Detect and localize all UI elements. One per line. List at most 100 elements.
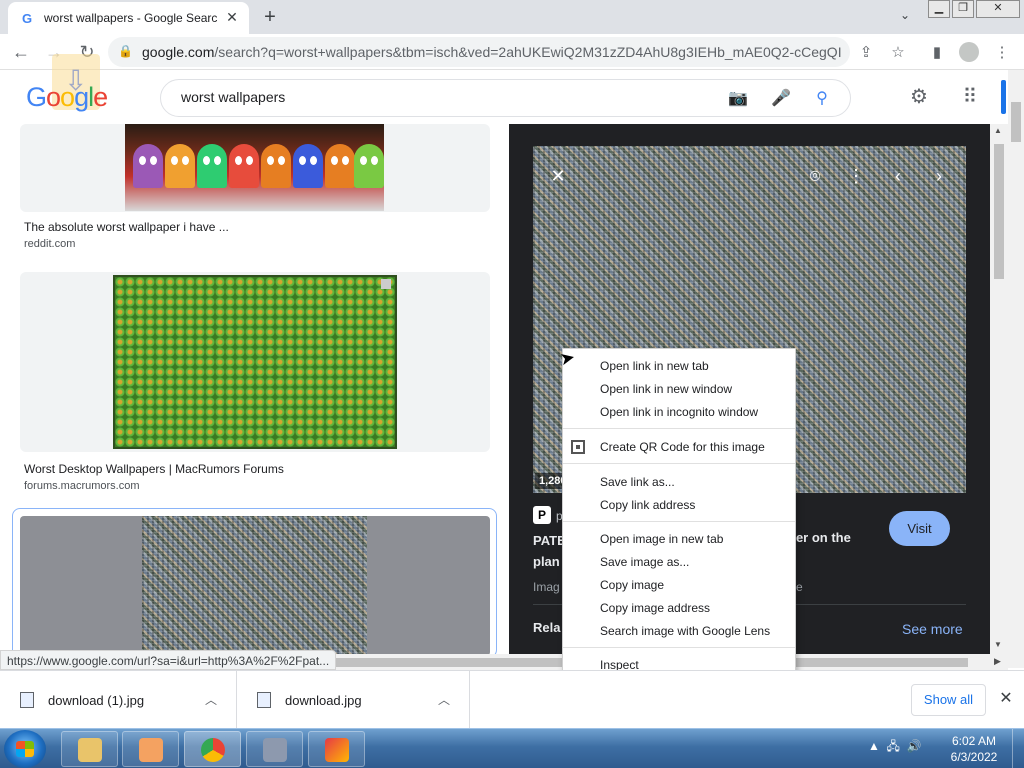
menu-item-copy-image[interactable]: Copy image <box>563 574 795 596</box>
result-source[interactable]: reddit.com <box>24 238 75 250</box>
browser-toolbar: ← → ↻ 🔒 google.com/search?q=worst+wallpa… <box>0 34 1024 70</box>
menu-item-open-link-new-window[interactable]: Open link in new window <box>563 378 795 400</box>
download-filename[interactable]: download.jpg <box>285 693 362 708</box>
pacman-ghosts-image <box>125 124 384 211</box>
qr-code-icon <box>571 440 585 454</box>
tab-close-icon[interactable]: ✕ <box>223 8 241 26</box>
menu-item-copy-image-address[interactable]: Copy image address <box>563 597 795 619</box>
result-caption[interactable]: The absolute worst wallpaper i have ... <box>24 220 229 234</box>
collage-thumbnail-image <box>142 516 367 654</box>
visit-button[interactable]: Visit <box>889 511 950 546</box>
result-thumbnail-pacman[interactable] <box>20 124 490 212</box>
chrome-icon <box>201 738 225 762</box>
media-player-icon <box>139 738 163 762</box>
side-panel-icon[interactable]: ▮ <box>927 43 947 63</box>
menu-item-search-google-lens[interactable]: Search image with Google Lens <box>563 620 795 642</box>
download-item[interactable]: download.jpg ︿ <box>237 671 470 729</box>
related-heading: Rela <box>533 620 561 635</box>
sign-in-button-edge[interactable] <box>1001 80 1006 114</box>
lightning-app-icon <box>325 738 349 762</box>
menu-separator <box>563 647 795 648</box>
context-menu: Open link in new tab Open link in new wi… <box>562 348 796 679</box>
apps-grid-icon[interactable]: ⠿ <box>957 84 983 110</box>
menu-kebab-icon[interactable]: ⋮ <box>992 43 1012 63</box>
tab-search-chevron-icon[interactable]: ⌄ <box>896 8 914 26</box>
previous-chevron-icon[interactable]: ‹ <box>882 160 914 192</box>
menu-item-save-image-as[interactable]: Save image as... <box>563 551 795 573</box>
menu-separator <box>563 428 795 429</box>
address-bar[interactable]: 🔒 google.com/search?q=worst+wallpapers&t… <box>108 37 850 67</box>
chevron-up-icon[interactable]: ︿ <box>438 691 450 708</box>
search-box: 📷 🎤 ⚲ <box>160 79 851 117</box>
microphone-icon[interactable]: 🎤 <box>770 88 792 110</box>
robot-app-icon <box>263 738 287 762</box>
more-options-icon[interactable]: ⋮ <box>840 160 872 192</box>
search-input[interactable] <box>181 89 701 105</box>
url-text[interactable]: google.com/search?q=worst+wallpapers&tbm… <box>142 44 842 60</box>
taskbar-media-player[interactable] <box>122 731 179 767</box>
scrollbar-thumb[interactable] <box>994 144 1004 279</box>
share-icon[interactable]: ⇪ <box>856 43 876 63</box>
download-item[interactable]: download (1).jpg ︿ <box>0 671 237 729</box>
download-filename[interactable]: download (1).jpg <box>48 693 144 708</box>
scrollbar-thumb[interactable] <box>1011 102 1021 142</box>
start-button[interactable] <box>4 730 46 768</box>
download-shelf: download (1).jpg ︿ download.jpg ︿ Show a… <box>0 670 1024 729</box>
menu-item-create-qr-code[interactable]: Create QR Code for this image <box>563 436 795 458</box>
menu-item-open-link-incognito[interactable]: Open link in incognito window <box>563 401 795 423</box>
close-preview-icon[interactable]: ✕ <box>542 160 574 192</box>
camera-search-icon[interactable]: 📷 <box>727 88 749 110</box>
google-logo[interactable]: Google <box>26 82 108 113</box>
menu-item-copy-link-address[interactable]: Copy link address <box>563 494 795 516</box>
see-more-link[interactable]: See more <box>902 621 963 637</box>
green-tiles-image <box>113 275 397 449</box>
back-arrow-icon[interactable]: ← <box>8 39 34 65</box>
browser-tab[interactable]: G worst wallpapers - Google Searc ✕ <box>8 2 249 34</box>
minimize-button[interactable]: ▁ <box>928 0 950 18</box>
copyright-note: Imag <box>533 580 560 594</box>
image-results: The absolute worst wallpaper i have ... … <box>0 124 508 654</box>
menu-separator <box>563 521 795 522</box>
results-vertical-scrollbar[interactable]: ▲ ▼ <box>990 124 1008 654</box>
tab-title: worst wallpapers - Google Searc <box>44 11 218 25</box>
lens-icon[interactable]: ⌾ <box>799 160 831 192</box>
show-desktop-button[interactable] <box>1012 729 1024 768</box>
show-all-button[interactable]: Show all <box>911 684 986 716</box>
google-favicon-icon: G <box>22 11 33 26</box>
system-tray[interactable]: ▲ 🖧 🔊 <box>868 737 922 758</box>
search-icon[interactable]: ⚲ <box>811 88 833 110</box>
taskbar-clock[interactable]: 6:02 AM 6/3/2022 <box>946 733 1002 765</box>
settings-gear-icon[interactable]: ⚙ <box>906 84 932 110</box>
taskbar-explorer[interactable] <box>61 731 118 767</box>
result-caption[interactable]: Worst Desktop Wallpapers | MacRumors For… <box>24 462 284 476</box>
new-tab-button[interactable]: + <box>258 5 282 29</box>
menu-item-open-image-new-tab[interactable]: Open image in new tab <box>563 528 795 550</box>
image-file-icon <box>20 692 34 708</box>
chevron-up-icon[interactable]: ︿ <box>205 691 217 708</box>
taskbar-chrome[interactable] <box>184 731 241 767</box>
preview-title-rest[interactable]: per on the <box>788 530 851 545</box>
status-bar-url: https://www.google.com/url?sa=i&url=http… <box>0 650 337 670</box>
taskbar-app[interactable] <box>308 731 365 767</box>
lock-icon[interactable]: 🔒 <box>118 44 133 58</box>
page-vertical-scrollbar[interactable] <box>1008 70 1024 668</box>
close-shelf-icon[interactable]: ✕ <box>996 688 1016 708</box>
site-favicon-icon: P <box>533 506 551 524</box>
next-chevron-icon[interactable]: › <box>923 160 955 192</box>
result-thumbnail-selected[interactable] <box>12 508 497 654</box>
image-file-icon <box>257 692 271 708</box>
menu-item-open-link-new-tab[interactable]: Open link in new tab <box>563 355 795 377</box>
tab-strip: G worst wallpapers - Google Searc ✕ + ⌄ … <box>0 0 1024 34</box>
folder-icon <box>78 738 102 762</box>
google-header: Google 📷 🎤 ⚲ ⚙ ⠿ <box>0 54 1008 124</box>
close-window-button[interactable]: ✕ <box>976 0 1020 18</box>
menu-separator <box>563 463 795 464</box>
profile-avatar[interactable] <box>959 42 979 62</box>
result-thumbnail-green-tiles[interactable] <box>20 272 490 452</box>
windows-taskbar: ▲ 🖧 🔊 6:02 AM 6/3/2022 <box>0 728 1024 768</box>
restore-button[interactable]: ❐ <box>952 0 974 18</box>
bookmark-star-icon[interactable]: ☆ <box>888 43 908 63</box>
menu-item-save-link-as[interactable]: Save link as... <box>563 471 795 493</box>
result-source[interactable]: forums.macrumors.com <box>24 480 140 492</box>
taskbar-app[interactable] <box>246 731 303 767</box>
